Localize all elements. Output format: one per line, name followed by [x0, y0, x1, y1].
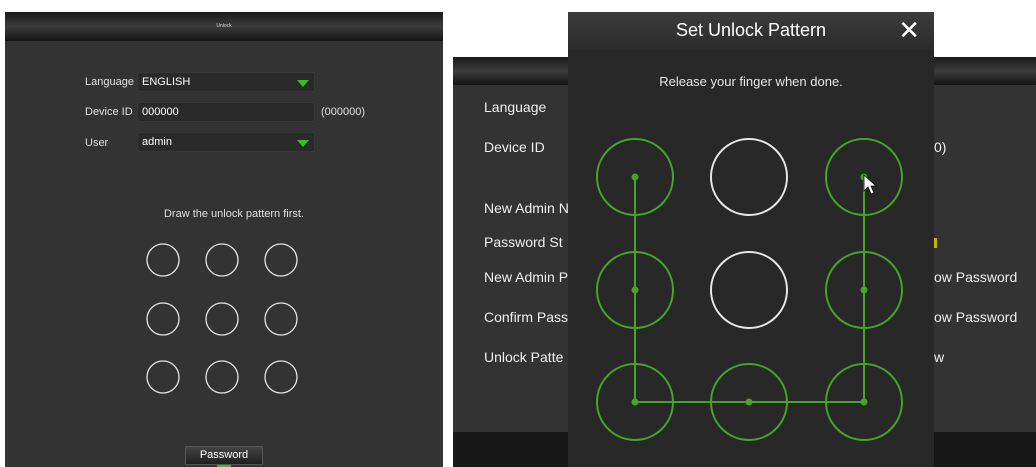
small-pattern-grid[interactable] — [143, 240, 303, 400]
pattern-node[interactable] — [205, 243, 239, 277]
unlock-pattern-label: Unlock Patte — [484, 349, 564, 365]
device-id-field[interactable]: 000000 — [137, 102, 315, 122]
show-password-toggle-1[interactable]: ow Password — [934, 269, 1017, 285]
pattern-grid[interactable] — [568, 12, 934, 467]
language-select[interactable]: ENGLISH — [137, 72, 315, 92]
user-value: admin — [142, 136, 172, 148]
new-admin-name-label: New Admin N — [484, 200, 569, 216]
pattern-node[interactable] — [205, 302, 239, 336]
pattern-node[interactable] — [264, 360, 298, 394]
pattern-node[interactable] — [205, 360, 239, 394]
pattern-node[interactable] — [264, 302, 298, 336]
show-pattern-toggle[interactable]: w — [934, 349, 944, 365]
device-id-label-bg: Device ID — [484, 139, 545, 155]
device-id-label: Device ID — [85, 106, 133, 118]
pattern-node[interactable] — [146, 302, 180, 336]
password-strength-label: Password St — [484, 234, 563, 250]
mouse-cursor-icon — [863, 174, 878, 195]
device-id-suffix: 0) — [934, 139, 947, 155]
settings-panel: Language Device ID New Admin N Password … — [453, 12, 1036, 467]
password-button[interactable]: Password — [185, 446, 263, 465]
chevron-down-icon — [297, 140, 309, 147]
language-label: Language — [85, 76, 134, 88]
pattern-node[interactable] — [146, 360, 180, 394]
unlock-title: Unlock — [216, 23, 232, 29]
device-id-hint: (000000) — [321, 106, 366, 118]
user-select[interactable]: admin — [137, 132, 315, 152]
pattern-node[interactable] — [264, 243, 298, 277]
set-unlock-pattern-dialog: Set Unlock Pattern ✕ Release your finger… — [568, 12, 934, 467]
pattern-instruction: Draw the unlock pattern first. — [163, 208, 304, 220]
user-label: User — [85, 137, 109, 149]
new-admin-password-label: New Admin P — [484, 269, 569, 285]
language-value: ENGLISH — [142, 76, 191, 88]
device-id-value: 000000 — [142, 106, 179, 118]
unlock-titlebar: Unlock — [5, 12, 443, 41]
pattern-path — [634, 177, 865, 403]
pattern-node[interactable] — [146, 243, 180, 277]
pattern-node[interactable] — [710, 251, 788, 329]
confirm-password-label: Confirm Pass — [484, 309, 569, 325]
strength-indicator — [934, 238, 937, 248]
chevron-down-icon — [297, 80, 309, 87]
pattern-node[interactable] — [710, 138, 788, 216]
show-password-toggle-2[interactable]: ow Password — [934, 309, 1017, 325]
language-label-bg: Language — [484, 99, 547, 115]
unlock-panel: Unlock Language ENGLISH Device ID 000000… — [5, 12, 443, 467]
password-button-label: Password — [199, 449, 249, 461]
